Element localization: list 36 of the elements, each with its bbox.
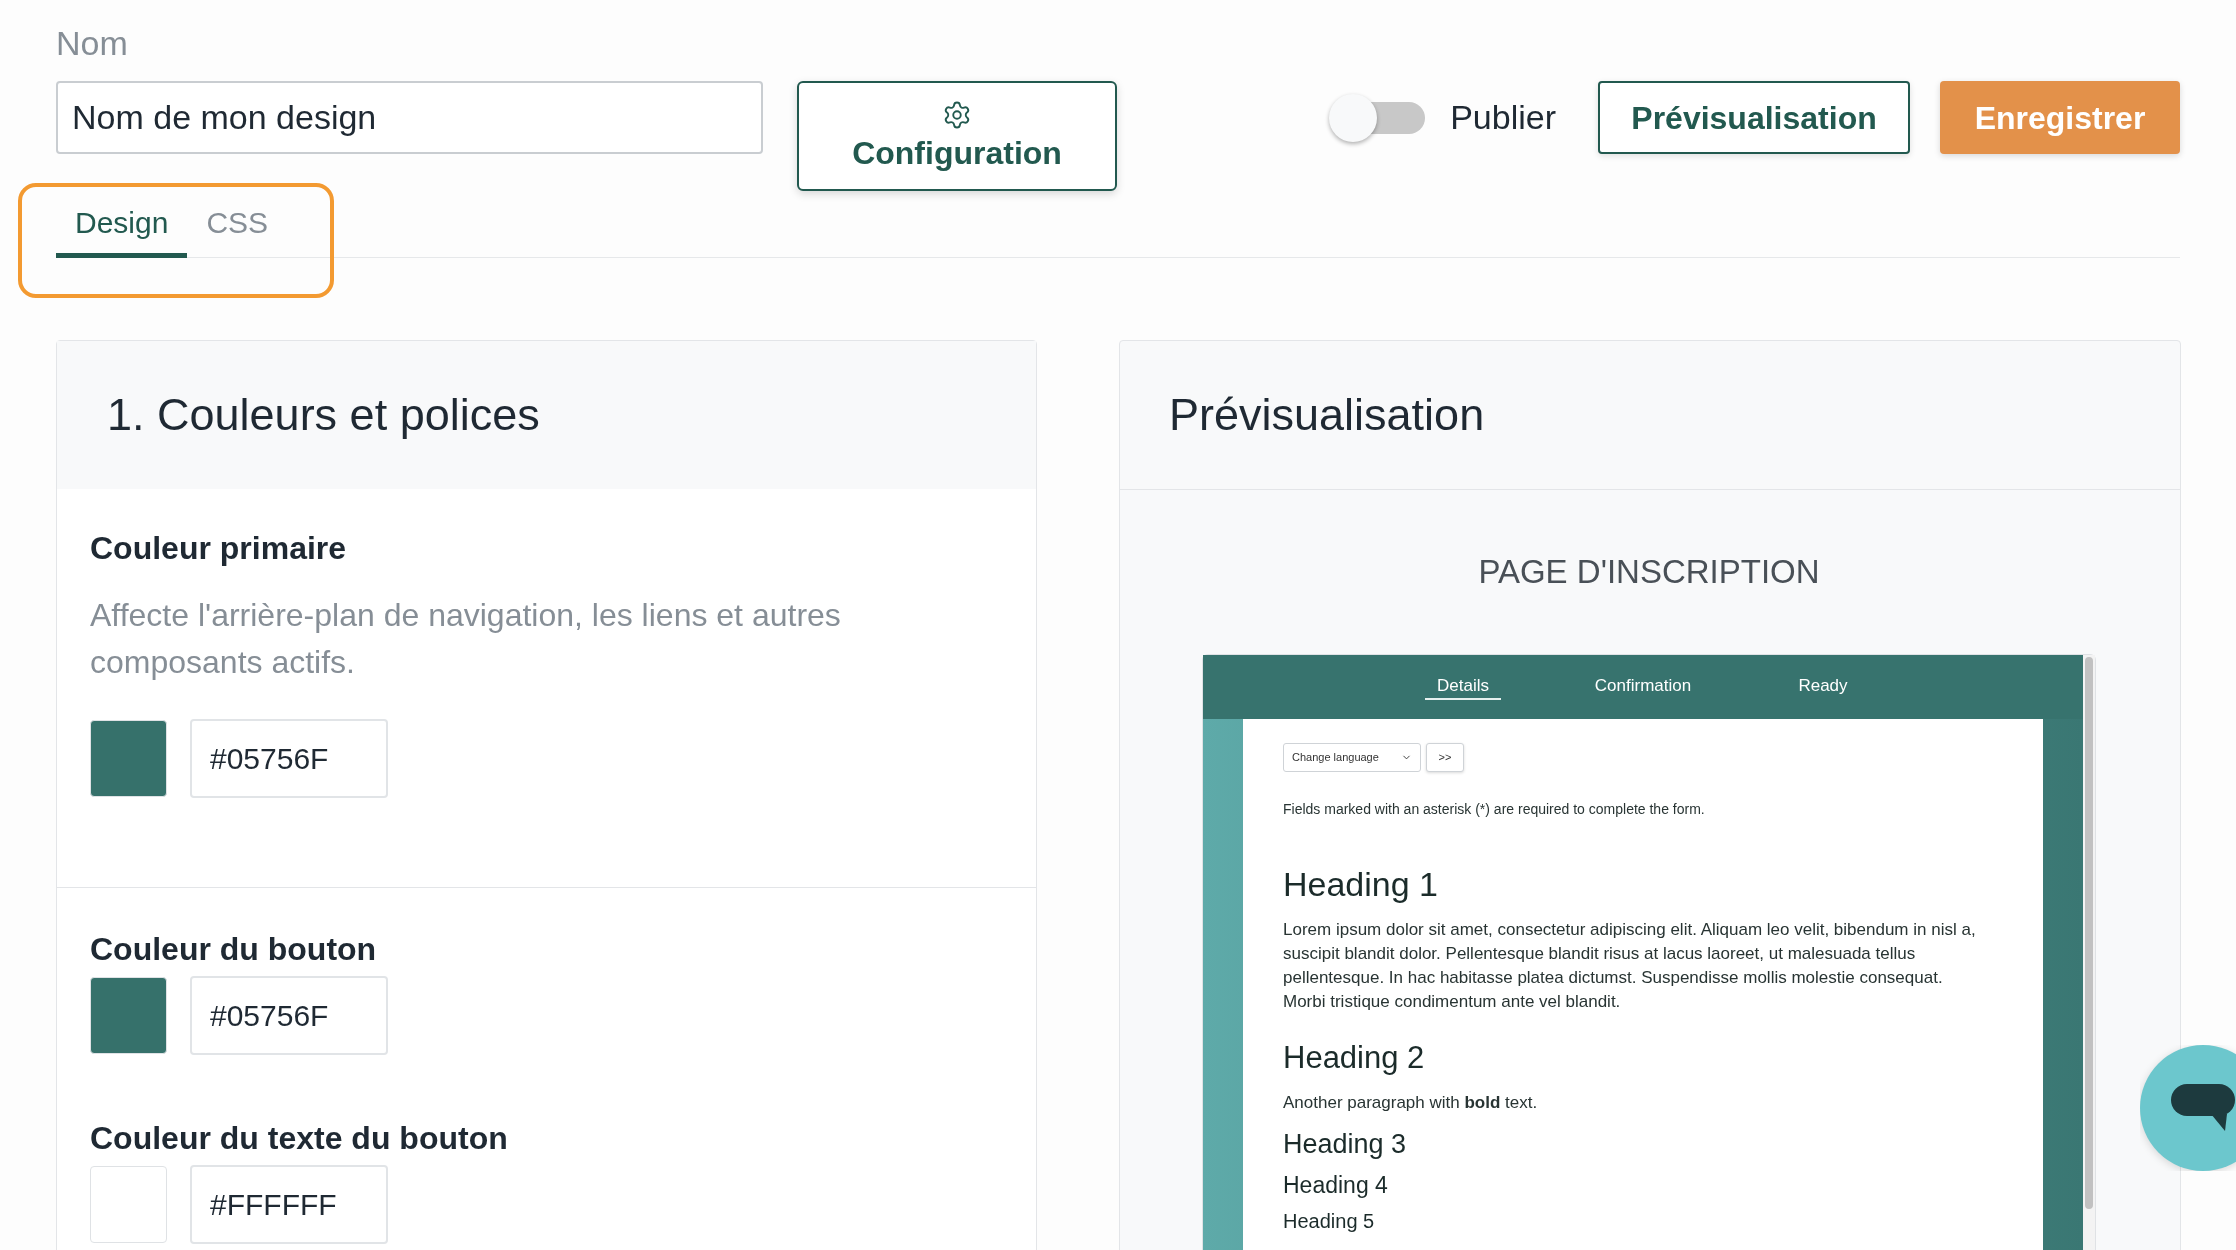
speech-bubble-icon	[2171, 1084, 2235, 1132]
go-button[interactable]: >>	[1426, 743, 1464, 772]
heading-text: Heading 3	[1283, 1128, 1408, 1160]
tab[interactable]: Design	[56, 204, 188, 258]
color-swatch[interactable]	[90, 1166, 167, 1243]
scrollbar-thumb[interactable]	[2085, 657, 2093, 1209]
language-select[interactable]: Change language	[1283, 743, 1421, 772]
color-swatch[interactable]	[90, 720, 167, 797]
notice-text: Fields marked with an asterisk (*) are required to complete the form.	[1283, 800, 1706, 819]
publish-label: Publier	[1450, 97, 1556, 138]
field-description: Affecte l'arrière-plan de navigation, les liens et autres composants actifs.	[90, 596, 842, 682]
field-label: Couleur du bouton	[90, 930, 378, 969]
card-title: Prévisualisation	[1169, 388, 1485, 443]
page-title: PAGE D'INSCRIPTION	[1478, 552, 1820, 592]
field-label: Couleur du texte du bouton	[90, 1119, 509, 1158]
heading-text: Heading 2	[1283, 1039, 1426, 1077]
publish-toggle[interactable]	[1329, 93, 1426, 142]
card-title: 1. Couleurs et polices	[107, 388, 540, 443]
field-label: Nom	[56, 23, 129, 64]
configuration-button[interactable]: Configuration	[797, 81, 1117, 191]
heading-text: Heading 1	[1283, 864, 1439, 904]
step-tab[interactable]: Ready	[1786, 674, 1860, 700]
step-tab[interactable]: Confirmation	[1582, 674, 1704, 700]
hex-input[interactable]: #05756F	[190, 719, 388, 798]
preview-button[interactable]: Prévisualisation	[1598, 81, 1910, 154]
hex-input[interactable]: #05756F	[190, 976, 388, 1055]
gear-icon	[942, 100, 972, 130]
step-tab[interactable]: Details	[1425, 674, 1501, 700]
heading-text: Heading 5	[1283, 1209, 1376, 1233]
hex-input[interactable]: #FFFFFF	[190, 1165, 388, 1244]
heading-text: Heading 4	[1283, 1171, 1389, 1199]
name-input[interactable]: Nom de mon design	[56, 81, 763, 154]
paragraph-text: Another paragraph with bold text.	[1283, 1092, 1539, 1114]
field-label: Couleur primaire	[90, 529, 348, 568]
paragraph-text: Lorem ipsum dolor sit amet, consectetur adipiscing elit. Aliquam leo velit, bibendum in nisl a, suscipit blandit dolor. Pellentesque blandit risus at lacus laoreet, ut malesuada tellus pellentesque. In hac habitasse platea dictumst. Suspendisse mollis molestie consequat. Morbi tristique condimentum ante vel blandit.	[1283, 919, 1977, 1013]
color-swatch[interactable]	[90, 977, 167, 1054]
